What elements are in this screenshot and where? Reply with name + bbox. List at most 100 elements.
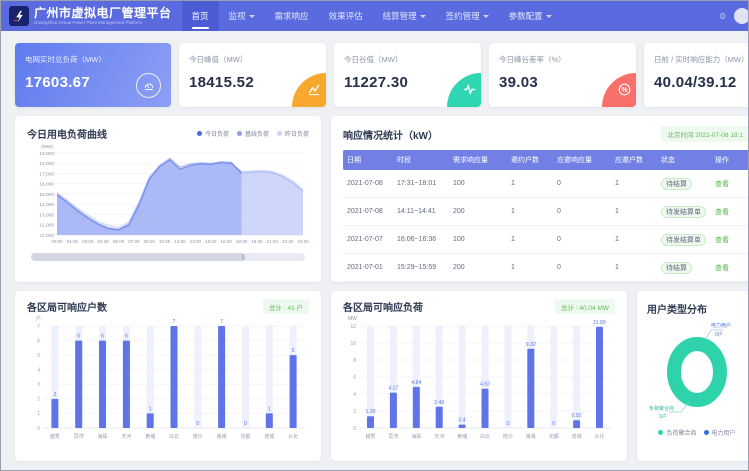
nav-item-parameters[interactable]: 参数配置 [499, 1, 562, 31]
kpi-label: 电网实时总负荷（MW） [25, 54, 161, 65]
svg-text:2: 2 [37, 397, 40, 403]
nav-item-label: 参数配置 [509, 10, 543, 22]
district-users-panel: 各区局可响应户数 总计 : 41 户 户012345672越秀6荔湾6海珠6天河… [15, 291, 321, 461]
table-header-row: 日期时段需求响应量邀约户数应邀响应量应邀户数状态操作 [343, 150, 749, 170]
gauge-icon [136, 73, 161, 98]
nav-item-settlement[interactable]: 结算管理 [373, 1, 436, 31]
svg-text:天河: 天河 [121, 433, 131, 440]
kpi-card-today-peak[interactable]: 今日峰值（MW）18415.52 [179, 43, 326, 107]
svg-text:15:00: 15:00 [205, 239, 217, 244]
svg-text:03:00: 03:00 [82, 239, 94, 244]
status-cell: 待结算 [657, 178, 711, 190]
svg-text:4: 4 [37, 368, 40, 374]
svg-text:荔湾: 荔湾 [388, 433, 398, 440]
svg-text:15,000: 15,000 [39, 192, 54, 198]
svg-text:电力用户: 电力用户 [711, 322, 731, 329]
legend-item-1[interactable]: 基线负荷 [237, 129, 269, 138]
beijing-time-badge: 北京时间 2021-07-08 18:1 [661, 126, 749, 142]
table-cell-3: 1 [507, 208, 553, 215]
nav-item-effect-evaluation[interactable]: 效果评估 [319, 1, 373, 31]
table-header-cell-1: 时段 [393, 150, 449, 170]
user-avatar[interactable] [734, 8, 749, 24]
table-cell-0: 2021-07-07 [343, 236, 393, 243]
svg-text:12:00: 12:00 [174, 239, 186, 244]
view-link[interactable]: 查看 [715, 209, 729, 216]
svg-text:0: 0 [506, 421, 509, 427]
svg-text:7: 7 [173, 319, 176, 325]
notification-badge[interactable]: 0 [720, 11, 725, 21]
svg-text:17,000: 17,000 [39, 171, 54, 177]
app-title: 广州市虚拟电厂管理平台 [34, 7, 172, 20]
table-cell-4: 0 [553, 208, 611, 215]
kpi-card-today-valley[interactable]: 今日谷值（MW）11227.30 [334, 43, 481, 107]
district-users-title: 各区局可响应户数 [27, 299, 107, 314]
percent-gauge-icon: % [618, 83, 631, 101]
table-row: 2021-07-0814:11~14:41200101待发结算单查看 [343, 198, 749, 226]
dashboard-content: 电网实时总负荷（MW）17603.67今日峰值（MW）18415.52今日谷值（… [1, 31, 748, 461]
svg-text:4.62: 4.62 [480, 382, 490, 388]
svg-text:8: 8 [353, 358, 356, 364]
svg-text:1: 1 [149, 406, 152, 412]
svg-text:4.84: 4.84 [411, 380, 421, 386]
district-load-title: 各区局可响应负荷 [343, 299, 423, 314]
nav-item-monitor[interactable]: 监视 [219, 1, 265, 31]
svg-text:1户: 1户 [659, 413, 667, 420]
action-cell: 查看 [711, 207, 749, 217]
view-link[interactable]: 查看 [715, 237, 729, 244]
svg-text:22:30: 22:30 [282, 239, 294, 244]
kpi-label: 今日峰谷差率（%） [499, 54, 626, 65]
response-panel-title: 响应情况统计（kW） [343, 127, 438, 142]
table-header-cell-6: 状态 [657, 150, 711, 170]
table-header-cell-3: 邀约户数 [507, 150, 553, 170]
svg-text:5: 5 [37, 353, 40, 359]
load-chart-legend: 今日负荷基线负荷昨日负荷 [197, 129, 309, 138]
nav-item-label: 需求响应 [275, 10, 309, 22]
nav-item-home[interactable]: 首页 [182, 1, 219, 31]
district-users-chart: 户012345672越秀6荔湾6海珠6天河1黄埔7白云0南沙7番禺0花都1增城5… [27, 314, 309, 459]
response-table: 日期时段需求响应量邀约户数应邀响应量应邀户数状态操作2021-07-0817:3… [343, 150, 749, 282]
svg-text:6: 6 [77, 334, 80, 340]
kpi-card-grid-realtime-load[interactable]: 电网实时总负荷（MW）17603.67 [15, 43, 171, 107]
kpi-card-peak-valley-rate[interactable]: 今日峰谷差率（%）39.03% [489, 43, 636, 107]
user-type-legend-item-0[interactable]: 负荷聚合商 [658, 428, 696, 437]
nav-item-demand-response[interactable]: 需求响应 [265, 1, 319, 31]
view-link[interactable]: 查看 [715, 265, 729, 272]
app-subtitle: Guangzhou Virtual Power Plant Management… [34, 20, 172, 26]
table-cell-0: 2021-07-08 [343, 208, 393, 215]
chart-zoom-handle[interactable] [242, 254, 245, 260]
table-row: 2021-07-0115:29~15:59200101待结算查看 [343, 254, 749, 282]
load-curve-panel: 今日用电负荷曲线 今日负荷基线负荷昨日负荷 (MW)11,00012,00013… [15, 116, 321, 282]
legend-item-2[interactable]: 昨日负荷 [277, 129, 309, 138]
kpi-label: 今日谷值（MW） [344, 54, 471, 65]
load-panel-head: 今日用电负荷曲线 今日负荷基线负荷昨日负荷 [27, 126, 309, 141]
action-cell: 查看 [711, 235, 749, 245]
svg-text:0: 0 [552, 421, 555, 427]
svg-text:21:00: 21:00 [267, 239, 279, 244]
legend-dot-icon [197, 131, 202, 136]
table-cell-5: 1 [611, 208, 657, 215]
topbar-right: 0 [720, 8, 738, 24]
svg-text:4.17: 4.17 [388, 386, 398, 392]
user-type-legend-item-1[interactable]: 电力用户 [704, 428, 736, 437]
district-load-panel: 各区局可响应负荷 总计 : 40.04 MW MW0246810121.39越秀… [331, 291, 627, 461]
chevron-down-icon [546, 15, 552, 18]
svg-text:10:30: 10:30 [159, 239, 171, 244]
svg-text:0: 0 [196, 421, 199, 427]
svg-text:5: 5 [292, 348, 295, 354]
kpi-row: 电网实时总负荷（MW）17603.67今日峰值（MW）18415.52今日谷值（… [15, 43, 748, 107]
view-link[interactable]: 查看 [715, 181, 729, 188]
svg-text:1.39: 1.39 [365, 409, 375, 415]
kpi-card-response-capacity[interactable]: 日前 / 实时响应能力（MW）40.04/39.12 [644, 43, 749, 107]
legend-dot-icon [237, 131, 242, 136]
svg-text:12,000: 12,000 [39, 223, 54, 229]
nav-item-contract[interactable]: 签约管理 [436, 1, 499, 31]
svg-text:9.32: 9.32 [526, 342, 536, 348]
svg-text:花都: 花都 [549, 433, 559, 440]
svg-text:09:00: 09:00 [144, 239, 156, 244]
status-badge: 待发结算单 [661, 206, 706, 218]
legend-item-0[interactable]: 今日负荷 [197, 129, 229, 138]
svg-text:13,000: 13,000 [39, 212, 54, 218]
table-cell-3: 1 [507, 180, 553, 187]
district-users-head: 各区局可响应户数 总计 : 41 户 [27, 299, 309, 314]
chart-zoom-range[interactable] [31, 253, 245, 261]
